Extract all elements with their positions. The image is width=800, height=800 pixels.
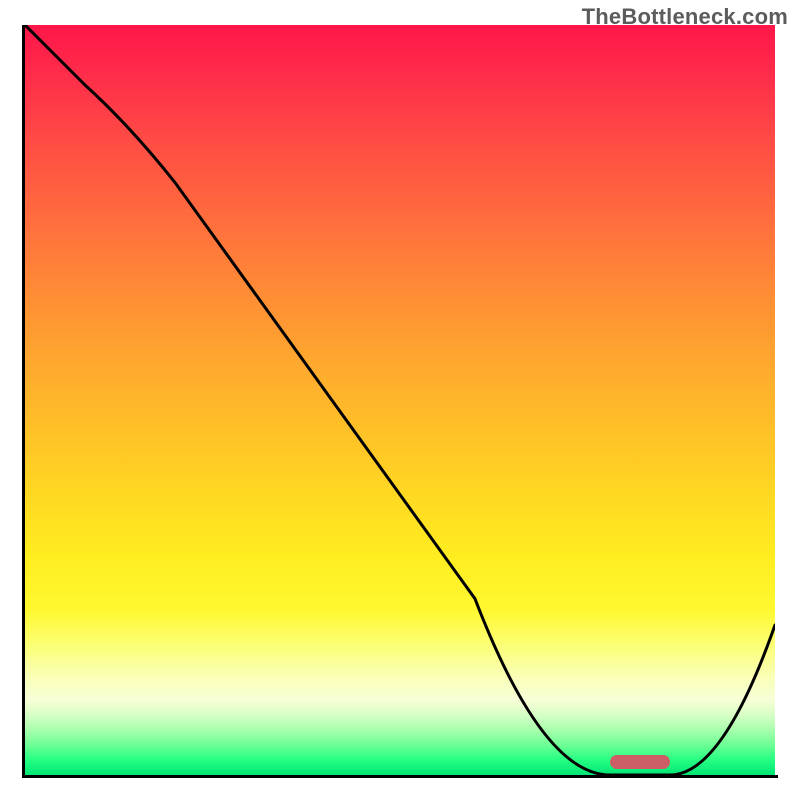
curve-path bbox=[25, 25, 775, 775]
x-axis bbox=[22, 775, 778, 778]
y-axis bbox=[22, 25, 25, 778]
watermark-text: TheBottleneck.com bbox=[582, 4, 788, 30]
bottleneck-curve bbox=[25, 25, 775, 775]
plot-area bbox=[25, 25, 775, 775]
chart-root: TheBottleneck.com bbox=[0, 0, 800, 800]
optimal-range-marker bbox=[610, 755, 670, 769]
